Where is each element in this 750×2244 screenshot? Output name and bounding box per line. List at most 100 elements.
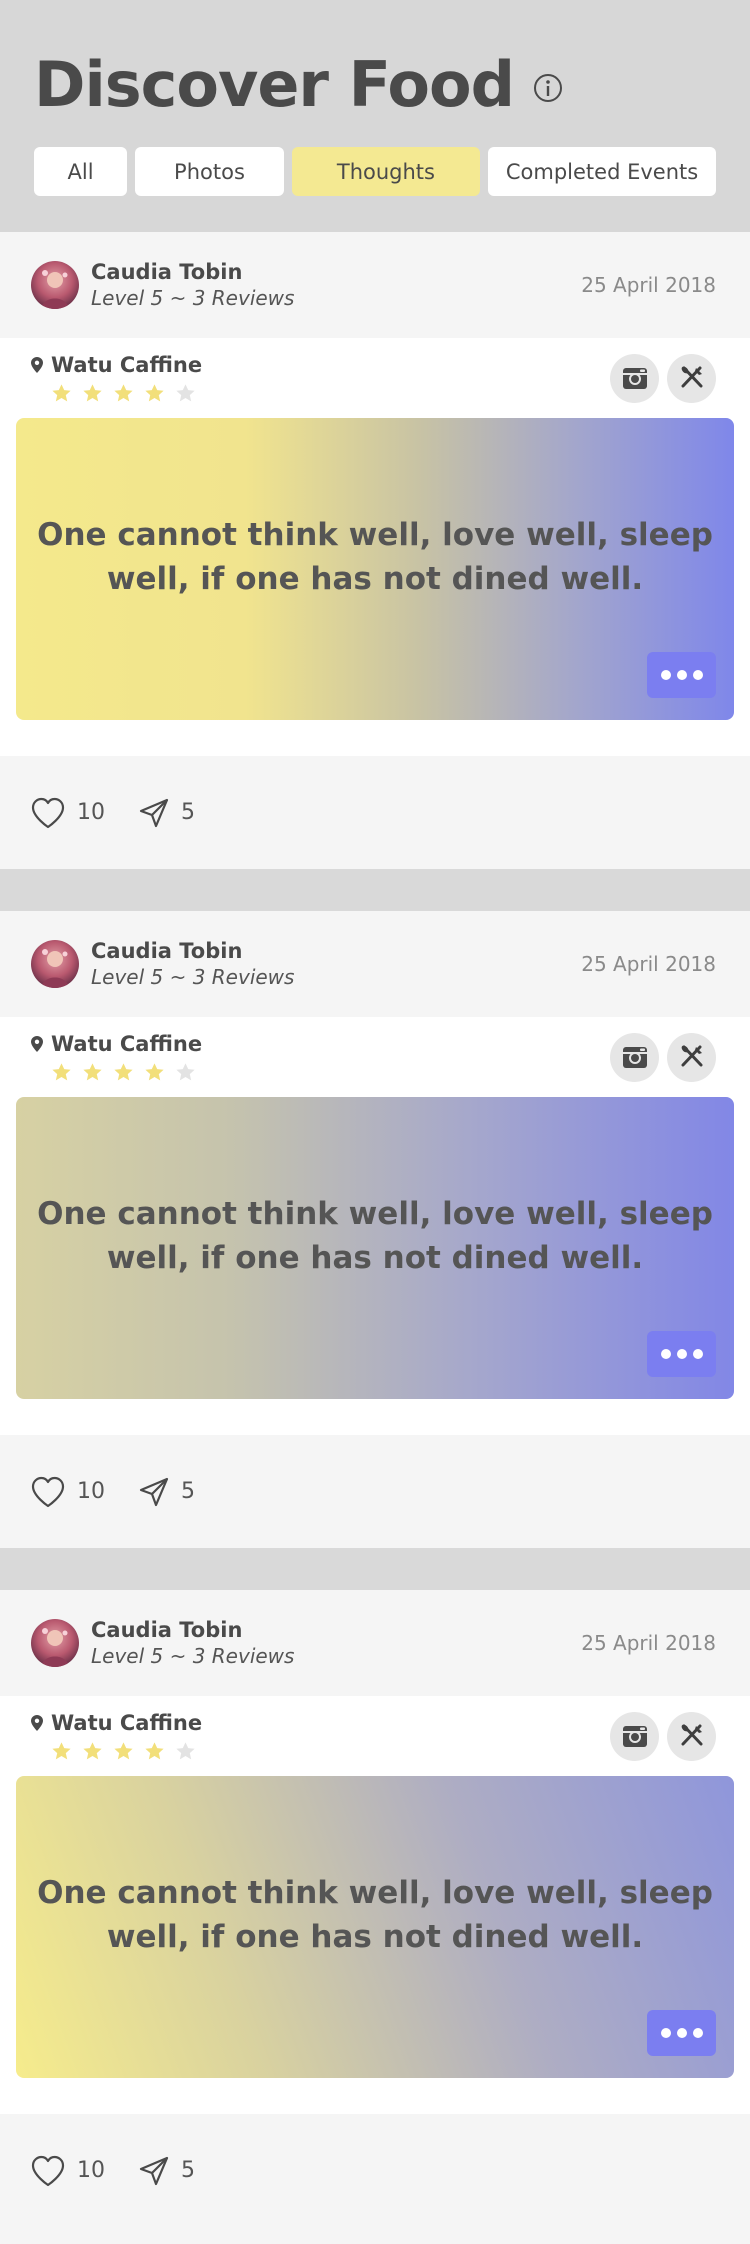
post-actions: 10 5 [0,756,750,869]
quote-text: One cannot think well, love well, sleep … [37,517,713,597]
page-title: Discover Food [34,48,515,121]
restaurant-button[interactable] [667,1032,716,1082]
post-date: 25 April 2018 [581,1631,716,1655]
star-filled-icon [114,383,133,401]
star-empty-icon [176,1741,195,1759]
star-filled-icon [83,1741,102,1759]
header: Discover Food All Photos Thoughts Comple… [0,0,750,232]
place-name-row[interactable]: Watu Caffine [31,1032,602,1056]
quote-card-wrap: One cannot think well, love well, sleep … [0,418,750,756]
utensils-icon [681,1045,702,1067]
heart-icon [31,797,65,828]
share-button[interactable]: 5 [139,1477,195,1507]
star-filled-icon [52,1062,71,1080]
post-header: Caudia Tobin Level 5 ~ 3 Reviews 25 Apri… [0,911,750,1017]
user-info: Caudia Tobin Level 5 ~ 3 Reviews [91,260,581,310]
post-date: 25 April 2018 [581,952,716,976]
instagram-button[interactable] [610,1032,659,1082]
like-button[interactable]: 10 [31,797,105,829]
like-count: 10 [77,800,105,825]
place-row: Watu Caffine [0,1017,750,1097]
post-header: Caudia Tobin Level 5 ~ 3 Reviews 25 Apri… [0,1590,750,1696]
place-info: Watu Caffine [31,1032,602,1083]
more-button[interactable] [647,2010,716,2056]
feed-separator [0,1548,750,1590]
title-row: Discover Food [34,48,716,121]
feed: Caudia Tobin Level 5 ~ 3 Reviews 25 Apri… [0,232,750,2227]
user-level: Level 5 ~ 3 Reviews [91,286,295,310]
user-name[interactable]: Caudia Tobin [91,1618,581,1642]
user-level: Level 5 ~ 3 Reviews [91,1644,295,1668]
place-name: Watu Caffine [51,1031,203,1056]
quote-card-wrap: One cannot think well, love well, sleep … [0,1776,750,2114]
place-name: Watu Caffine [51,1710,203,1735]
restaurant-button[interactable] [667,353,716,403]
post-card: Caudia Tobin Level 5 ~ 3 Reviews 25 Apri… [0,911,750,1548]
location-pin-icon [31,356,43,373]
place-info: Watu Caffine [31,353,602,404]
share-button[interactable]: 5 [139,2156,195,2186]
send-icon [139,1477,169,1506]
place-name-row[interactable]: Watu Caffine [31,1711,602,1735]
quote-card[interactable]: One cannot think well, love well, sleep … [16,418,734,720]
tab-completed-events[interactable]: Completed Events [488,147,716,196]
place-row: Watu Caffine [0,338,750,418]
instagram-button[interactable] [610,1711,659,1761]
quote-card-wrap: One cannot think well, love well, sleep … [0,1097,750,1435]
star-filled-icon [114,1062,133,1080]
like-button[interactable]: 10 [31,1476,105,1508]
place-row: Watu Caffine [0,1696,750,1776]
more-icon [676,670,687,680]
tab-thoughts[interactable]: Thoughts [291,147,481,196]
user-info: Caudia Tobin Level 5 ~ 3 Reviews [91,1618,581,1668]
info-icon[interactable] [532,72,564,104]
send-icon [139,2156,169,2185]
star-filled-icon [52,1741,71,1759]
location-pin-icon [31,1714,43,1731]
user-name[interactable]: Caudia Tobin [91,939,581,963]
quote-card[interactable]: One cannot think well, love well, sleep … [16,1776,734,2078]
share-count: 5 [181,1479,195,1504]
utensils-icon [681,1724,702,1746]
star-rating [51,1741,602,1762]
tab-all[interactable]: All [34,147,128,196]
instagram-icon [622,1047,647,1068]
star-filled-icon [52,383,71,401]
more-button[interactable] [647,1331,716,1377]
heart-icon [31,2155,65,2186]
quote-text: One cannot think well, love well, sleep … [37,1196,713,1276]
post-card: Caudia Tobin Level 5 ~ 3 Reviews 25 Apri… [0,232,750,869]
star-rating [51,383,602,404]
more-button[interactable] [647,652,716,698]
avatar[interactable] [31,1619,79,1667]
like-button[interactable]: 10 [31,2155,105,2187]
star-empty-icon [176,383,195,401]
utensils-icon [681,366,702,388]
star-filled-icon [145,1062,164,1080]
location-pin-icon [31,1035,43,1052]
instagram-icon [622,368,647,389]
feed-separator [0,869,750,911]
quote-text: One cannot think well, love well, sleep … [37,1875,713,1955]
quote-card[interactable]: One cannot think well, love well, sleep … [16,1097,734,1399]
star-filled-icon [83,383,102,401]
more-icon [660,2028,671,2038]
place-info: Watu Caffine [31,1711,602,1762]
avatar[interactable] [31,261,79,309]
restaurant-button[interactable] [667,1711,716,1761]
more-icon [692,2028,703,2038]
more-icon [692,670,703,680]
user-name[interactable]: Caudia Tobin [91,260,581,284]
instagram-button[interactable] [610,353,659,403]
star-empty-icon [176,1062,195,1080]
share-count: 5 [181,800,195,825]
user-level: Level 5 ~ 3 Reviews [91,965,295,989]
post-card: Caudia Tobin Level 5 ~ 3 Reviews 25 Apri… [0,1590,750,2227]
avatar[interactable] [31,940,79,988]
tab-photos[interactable]: Photos [135,147,284,196]
heart-icon [31,1476,65,1507]
star-filled-icon [83,1062,102,1080]
share-button[interactable]: 5 [139,798,195,828]
place-name-row[interactable]: Watu Caffine [31,353,602,377]
more-icon [660,1349,671,1359]
